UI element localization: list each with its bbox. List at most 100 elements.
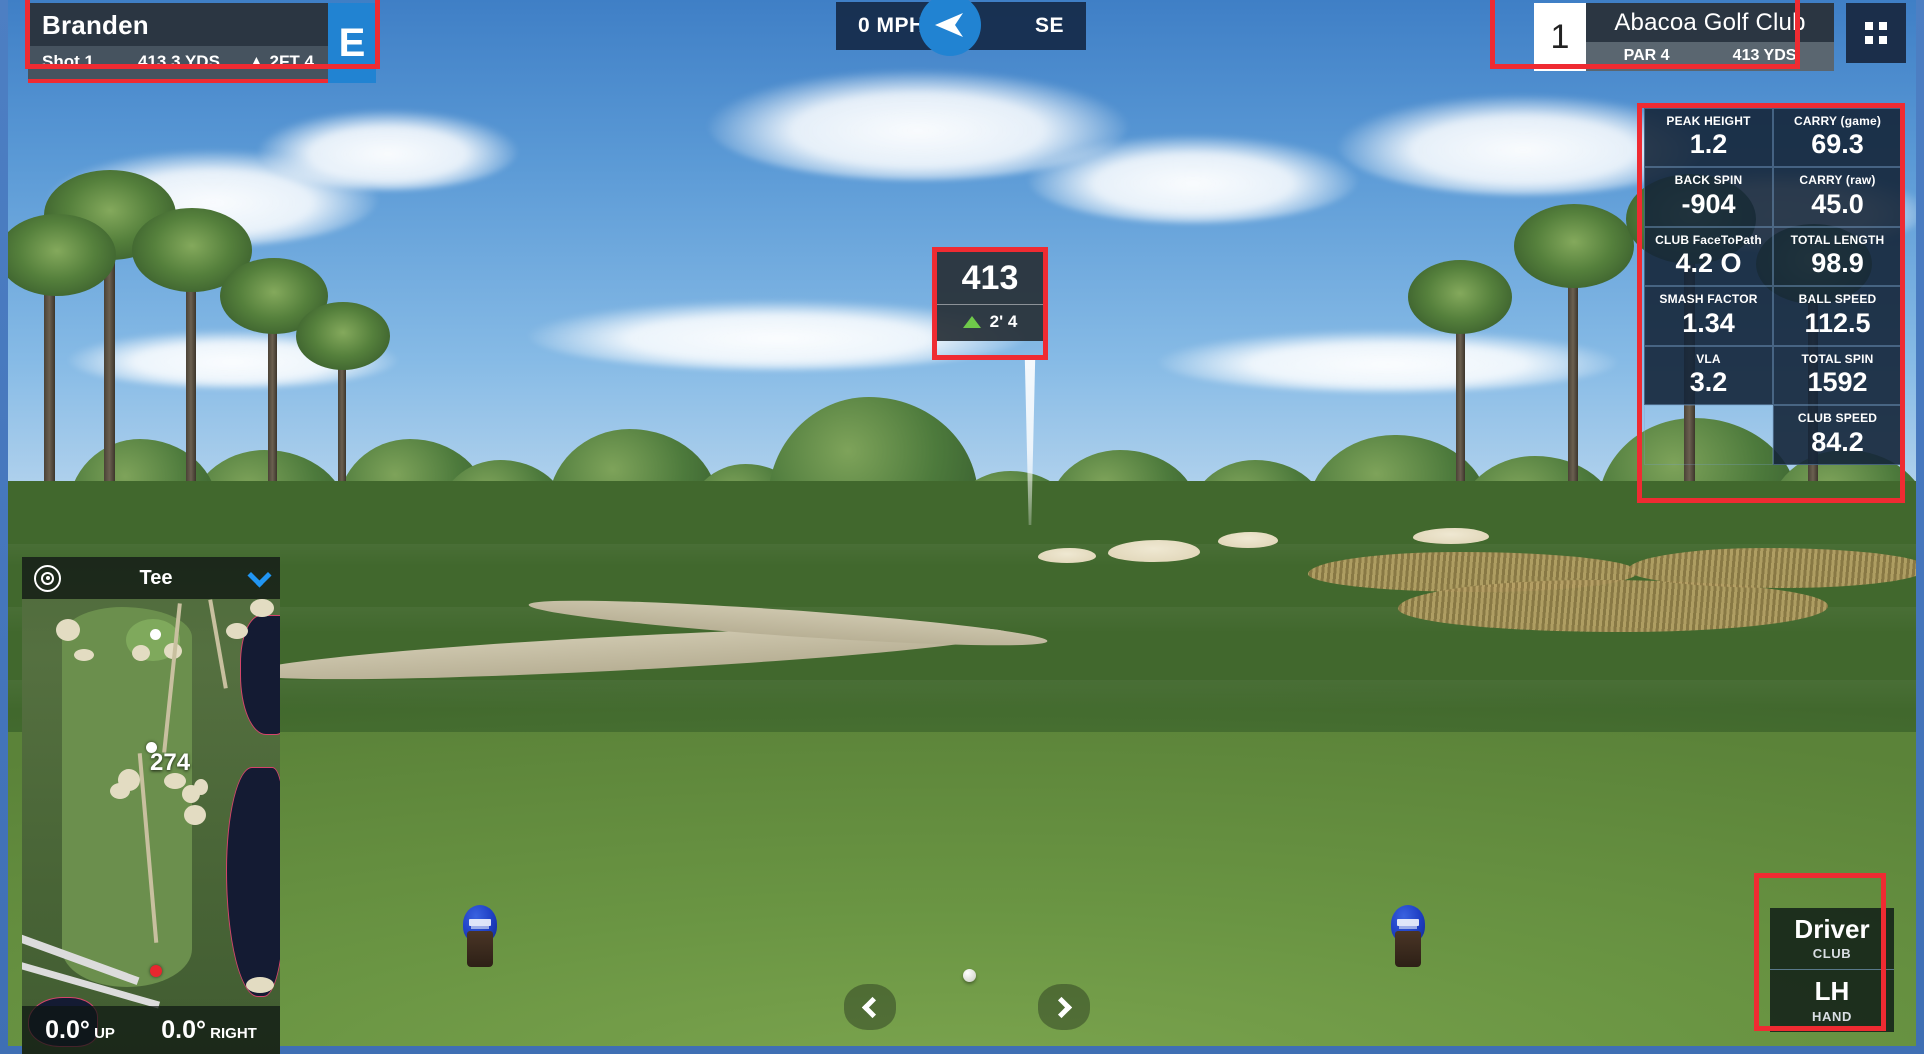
- stat-cell: CLUB SPEED 84.2: [1773, 405, 1902, 465]
- stat-value: 1.2: [1689, 129, 1728, 160]
- minimap-bunker: [194, 779, 208, 795]
- stat-cell: TOTAL LENGTH 98.9: [1773, 226, 1902, 287]
- hole-yardage: 413 YDS: [1732, 47, 1797, 64]
- minimap-cart-path: [208, 599, 228, 689]
- bunker: [1413, 528, 1489, 544]
- hole-number: 1: [1534, 3, 1586, 71]
- stat-value: 112.5: [1804, 307, 1871, 338]
- bunker: [1218, 532, 1278, 548]
- bunker: [1038, 548, 1096, 563]
- stat-label: CARRY (game): [1793, 114, 1882, 128]
- shot-stats-panel[interactable]: PEAK HEIGHT 1.2 CARRY (game) 69.3 BACK SPIN -…: [1644, 108, 1902, 465]
- minimap-bunker: [56, 619, 80, 641]
- scoreboard-stats: Shot 1 413.3 YDS ▲ 2FT 4: [28, 46, 328, 83]
- minimap-slope-readout: 0.0° UP 0.0° RIGHT: [22, 1006, 280, 1054]
- hole-info-body: Abacoa Golf Club PAR 4 413 YDS: [1586, 3, 1834, 71]
- score-badge: E: [327, 3, 376, 83]
- stat-value: -904: [1681, 188, 1736, 219]
- triangle-up-icon: [962, 316, 981, 328]
- hole-minimap[interactable]: 274 Tee 0.0° UP 0.0° RIGHT: [22, 557, 280, 1054]
- cloud: [1028, 135, 1358, 223]
- minimap-bunker: [246, 977, 274, 993]
- flag-elevation-row: 2' 4: [936, 305, 1044, 341]
- golf-ball: [963, 969, 976, 982]
- hole-meta: PAR 4 413 YDS: [1586, 42, 1834, 71]
- player-name: Branden: [28, 3, 328, 46]
- club-section[interactable]: Driver CLUB: [1770, 908, 1894, 970]
- next-view-button[interactable]: [1038, 984, 1090, 1030]
- native-scrub-area: [1628, 548, 1916, 588]
- stat-value: 69.3: [1811, 129, 1864, 160]
- stat-cell: TOTAL SPIN 1592: [1773, 345, 1902, 406]
- bunker: [1108, 540, 1200, 562]
- stat-value: 4.2 O: [1675, 248, 1742, 279]
- mow-stripe: [8, 679, 1916, 710]
- slope-right-value: 0.0°: [161, 1015, 206, 1044]
- stat-value: 84.2: [1811, 426, 1864, 457]
- stat-cell: CARRY (game) 69.3: [1773, 108, 1902, 168]
- hand-value: LH: [1814, 976, 1850, 1007]
- stat-label: TOTAL SPIN: [1801, 351, 1874, 366]
- minimap-bunker: [226, 623, 248, 639]
- hole-par: PAR 4: [1623, 47, 1670, 64]
- flag-distance: 413: [936, 251, 1044, 305]
- tee-box: [8, 732, 1916, 1046]
- stat-label: SMASH FACTOR: [1659, 292, 1758, 307]
- stat-cell: SMASH FACTOR 1.34: [1644, 286, 1773, 346]
- chevron-down-icon[interactable]: [247, 563, 272, 588]
- minimap-bunker: [74, 649, 94, 661]
- target-icon[interactable]: [34, 564, 61, 592]
- hand-section[interactable]: LH HAND: [1770, 969, 1894, 1032]
- stat-label: CLUB FaceToPath: [1655, 232, 1762, 247]
- slope-right-label: RIGHT: [210, 1024, 257, 1042]
- minimap-bunker: [132, 645, 150, 661]
- minimap-bunker: [110, 783, 130, 799]
- stat-cell: VLA 3.2: [1644, 345, 1773, 406]
- stat-cell: BALL SPEED 112.5: [1773, 286, 1902, 346]
- stat-label: VLA: [1696, 351, 1721, 366]
- hole-info-panel[interactable]: 1 Abacoa Golf Club PAR 4 413 YDS: [1534, 3, 1834, 71]
- player-scoreboard[interactable]: Branden Shot 1 413.3 YDS ▲ 2FT 4 E: [28, 3, 376, 83]
- minimap-bunker: [184, 805, 206, 825]
- flag-elevation: 2' 4: [989, 312, 1018, 331]
- shot-distance: 413.3 YDS: [138, 52, 220, 71]
- stat-value: 45.0: [1811, 188, 1864, 219]
- menu-grid-button[interactable]: [1846, 3, 1906, 63]
- club-selection-panel[interactable]: Driver CLUB LH HAND: [1770, 907, 1894, 1032]
- stat-value: 3.2: [1689, 367, 1728, 398]
- stat-cell: CARRY (raw) 45.0: [1773, 167, 1902, 227]
- slope-up-label: UP: [94, 1024, 115, 1042]
- minimap-pin-marker: [150, 629, 161, 640]
- previous-view-button[interactable]: [844, 984, 896, 1030]
- wind-speed: 0 MPH: [858, 14, 925, 37]
- course-name: Abacoa Golf Club: [1586, 3, 1834, 42]
- stat-label: CARRY (raw): [1799, 173, 1876, 188]
- stat-label: CLUB SPEED: [1797, 411, 1878, 426]
- minimap-title: Tee: [139, 566, 173, 589]
- minimap-water-hazard: [226, 767, 280, 997]
- slope-up: 0.0° UP: [45, 1016, 115, 1045]
- stat-label: BALL SPEED: [1798, 292, 1877, 307]
- minimap-distance-label: 274: [150, 749, 191, 776]
- scoreboard-body: Branden Shot 1 413.3 YDS ▲ 2FT 4: [28, 3, 328, 83]
- stat-cell: PEAK HEIGHT 1.2: [1644, 108, 1773, 168]
- stat-value: 1592: [1807, 367, 1868, 398]
- stat-value: 1.34: [1682, 307, 1735, 338]
- stat-label: TOTAL LENGTH: [1790, 232, 1885, 247]
- mow-stripe: [8, 543, 1916, 566]
- club-value: Driver: [1794, 913, 1870, 944]
- chevron-right-icon: [1050, 996, 1073, 1018]
- stat-cell: BACK SPIN -904: [1644, 167, 1773, 227]
- slope-up-value: 0.0°: [45, 1015, 90, 1044]
- hand-label: HAND: [1812, 1009, 1852, 1024]
- tee-marker-left: [463, 905, 497, 967]
- minimap-header[interactable]: Tee: [22, 557, 280, 599]
- shot-number: Shot 1: [42, 52, 94, 71]
- app-frame: Branden Shot 1 413.3 YDS ▲ 2FT 4 E 0 MPH…: [0, 0, 1924, 1054]
- wind-direction: SE: [1034, 14, 1064, 37]
- stat-cell: CLUB FaceToPath 4.2 O: [1644, 226, 1773, 287]
- golf-course-viewport[interactable]: [8, 0, 1916, 1046]
- chevron-left-icon: [861, 996, 884, 1018]
- flag-distance-marker[interactable]: 413 2' 4: [936, 251, 1044, 341]
- tee-marker-right: [1391, 905, 1425, 967]
